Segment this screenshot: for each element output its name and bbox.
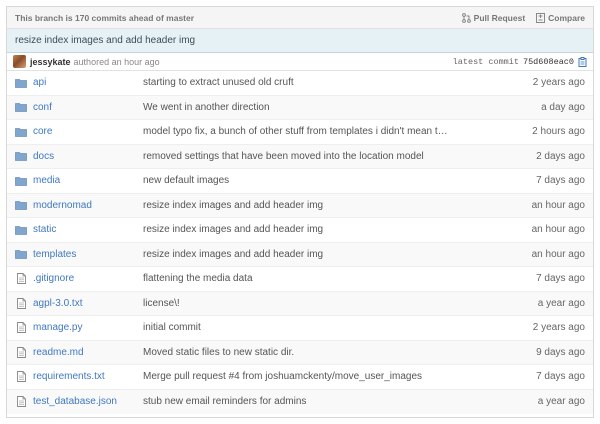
latest-commit-message[interactable]: resize index images and add header img xyxy=(15,35,195,46)
file-name-link[interactable]: api xyxy=(33,77,143,88)
file-icon xyxy=(7,297,33,309)
file-commit-message[interactable]: model typo fix, a bunch of other stuff f… xyxy=(143,126,495,137)
file-commit-message[interactable]: Merge pull request #4 from joshuamckenty… xyxy=(143,371,495,382)
file-icon xyxy=(7,371,33,383)
file-commit-message[interactable]: resize index images and add header img xyxy=(143,200,495,211)
file-list: api starting to extract unused old cruft 2… xyxy=(7,71,593,414)
file-age: a day ago xyxy=(541,101,585,113)
file-row: conf We went in another direction a day ag… xyxy=(7,95,593,120)
folder-icon xyxy=(7,200,33,211)
branch-status-text: This branch is 170 commits ahead of mast… xyxy=(15,12,195,23)
file-name-link[interactable]: readme.md xyxy=(33,347,143,358)
file-row: docs removed settings that have been move… xyxy=(7,144,593,169)
file-name-link[interactable]: .gitignore xyxy=(33,273,143,284)
file-name-link[interactable]: core xyxy=(33,126,143,137)
file-name-link[interactable]: modernomad xyxy=(33,200,143,211)
file-commit-message[interactable]: resize index images and add header img xyxy=(143,224,495,235)
file-browser: This branch is 170 commits ahead of mast… xyxy=(6,6,594,418)
file-age: 7 days ago xyxy=(536,273,585,285)
file-commit-message[interactable]: flattening the media data xyxy=(143,273,495,284)
file-commit-message[interactable]: Moved static files to new static dir. xyxy=(143,347,495,358)
file-commit-message[interactable]: removed settings that have been moved in… xyxy=(143,151,495,162)
file-name-link[interactable]: docs xyxy=(33,151,143,162)
file-icon xyxy=(7,322,33,334)
file-age: an hour ago xyxy=(531,199,585,211)
commit-sha[interactable]: 75d608eac0 xyxy=(523,57,574,67)
file-row: static resize index images and add header… xyxy=(7,218,593,243)
file-row: templates resize index images and add hea… xyxy=(7,242,593,267)
file-age: 7 days ago xyxy=(536,175,585,187)
file-row: .gitignore flattening the media data 7 day… xyxy=(7,267,593,292)
file-commit-message[interactable]: starting to extract unused old cruft xyxy=(143,77,495,88)
commit-author-bar: jessykate authored an hour ago latest co… xyxy=(7,53,593,71)
file-age: 2 days ago xyxy=(536,150,585,162)
file-row: requirements.txt Merge pull request #4 fr… xyxy=(7,365,593,390)
file-row: modernomad resize index images and add he… xyxy=(7,193,593,218)
file-row: test_database.json stub new email reminde… xyxy=(7,389,593,414)
folder-icon xyxy=(7,151,33,162)
file-commit-message[interactable]: We went in another direction xyxy=(143,102,495,113)
compare-button[interactable]: Compare xyxy=(536,12,585,23)
compare-icon xyxy=(536,12,546,23)
folder-icon xyxy=(7,102,33,113)
file-icon xyxy=(7,396,33,408)
file-name-link[interactable]: conf xyxy=(33,102,143,113)
file-name-link[interactable]: static xyxy=(33,224,143,235)
file-age: an hour ago xyxy=(531,224,585,236)
folder-icon xyxy=(7,127,33,137)
latest-commit-bar: resize index images and add header img xyxy=(7,29,593,53)
pull-request-icon xyxy=(461,12,471,23)
folder-icon xyxy=(7,225,33,235)
branch-status-bar: This branch is 170 commits ahead of mast… xyxy=(7,7,593,29)
folder-icon xyxy=(7,176,33,186)
file-commit-message[interactable]: license\! xyxy=(143,298,495,309)
folder-icon xyxy=(7,78,33,88)
file-name-link[interactable]: agpl-3.0.txt xyxy=(33,298,143,309)
file-age: 7 days ago xyxy=(536,371,585,383)
file-row: api starting to extract unused old cruft 2… xyxy=(7,71,593,96)
file-age: 9 days ago xyxy=(536,346,585,358)
file-age: an hour ago xyxy=(531,248,585,260)
file-name-link[interactable]: media xyxy=(33,175,143,186)
compare-label: Compare xyxy=(548,12,585,23)
file-name-link[interactable]: requirements.txt xyxy=(33,371,143,382)
file-icon xyxy=(7,346,33,358)
avatar[interactable] xyxy=(13,55,26,68)
file-row: core model typo fix, a bunch of other stu… xyxy=(7,120,593,145)
file-row: readme.md Moved static files to new stati… xyxy=(7,340,593,365)
file-commit-message[interactable]: stub new email reminders for admins xyxy=(143,396,495,407)
file-name-link[interactable]: manage.py xyxy=(33,322,143,333)
file-age: 2 years ago xyxy=(532,322,585,334)
file-commit-message[interactable]: initial commit xyxy=(143,322,495,333)
pull-request-button[interactable]: Pull Request xyxy=(461,12,526,23)
file-name-link[interactable]: test_database.json xyxy=(33,396,143,407)
file-commit-message[interactable]: resize index images and add header img xyxy=(143,249,495,260)
latest-commit-label: latest commit xyxy=(452,56,519,67)
clipboard-icon[interactable] xyxy=(578,56,587,67)
author-name[interactable]: jessykate xyxy=(30,57,71,67)
file-icon xyxy=(7,273,33,285)
folder-icon xyxy=(7,249,33,260)
file-commit-message[interactable]: new default images xyxy=(143,175,495,186)
pull-request-label: Pull Request xyxy=(473,12,526,23)
file-age: 2 years ago xyxy=(532,77,585,89)
file-age: a year ago xyxy=(537,396,585,408)
file-age: 2 hours ago xyxy=(532,126,585,138)
file-row: media new default images 7 days ago xyxy=(7,169,593,194)
file-age: a year ago xyxy=(537,297,585,309)
file-row: manage.py initial commit 2 years ago xyxy=(7,316,593,341)
file-row: agpl-3.0.txt license\! a year ago xyxy=(7,291,593,316)
file-name-link[interactable]: templates xyxy=(33,249,143,260)
authored-time: authored an hour ago xyxy=(73,56,160,67)
